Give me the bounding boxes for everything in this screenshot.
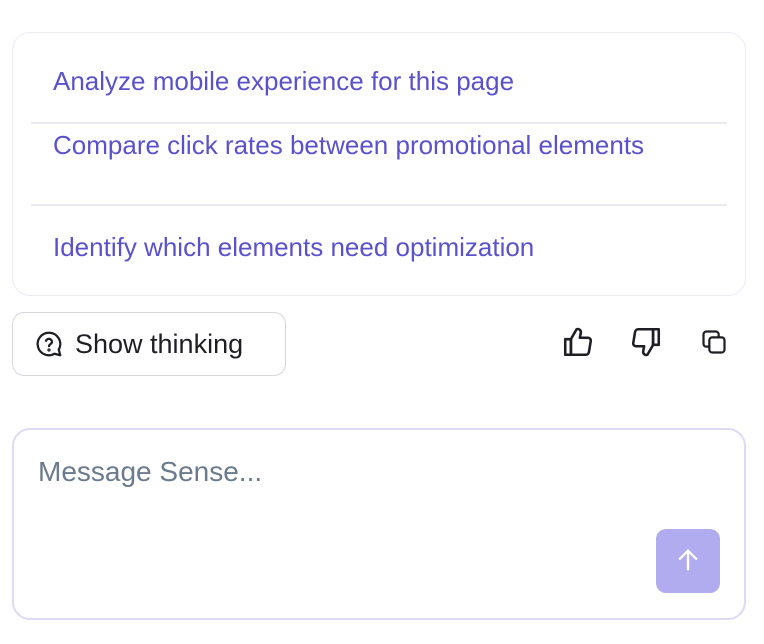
thumbs-up-button[interactable] xyxy=(560,326,596,362)
arrow-up-icon xyxy=(674,546,702,577)
suggestion-divider xyxy=(31,122,727,124)
copy-button[interactable] xyxy=(696,326,732,362)
message-composer xyxy=(12,428,746,620)
thumbs-up-icon xyxy=(561,325,595,364)
chat-panel: Analyze mobile experience for this page … xyxy=(0,0,764,644)
show-thinking-button[interactable]: Show thinking xyxy=(12,312,286,376)
suggestion-compare-click-rates[interactable]: Compare click rates between promotional … xyxy=(31,125,763,165)
thumbs-down-button[interactable] xyxy=(628,326,664,362)
show-thinking-label: Show thinking xyxy=(75,328,244,359)
send-button[interactable] xyxy=(656,529,720,593)
suggestions-card: Analyze mobile experience for this page … xyxy=(12,32,746,296)
suggestion-divider xyxy=(31,204,727,206)
suggestion-mobile-experience[interactable]: Analyze mobile experience for this page xyxy=(31,61,763,101)
chat-question-icon xyxy=(33,328,65,360)
copy-icon xyxy=(700,328,728,361)
thumbs-down-icon xyxy=(629,325,663,364)
message-input[interactable] xyxy=(38,456,638,516)
suggestion-identify-optimization[interactable]: Identify which elements need optimizatio… xyxy=(31,227,763,267)
